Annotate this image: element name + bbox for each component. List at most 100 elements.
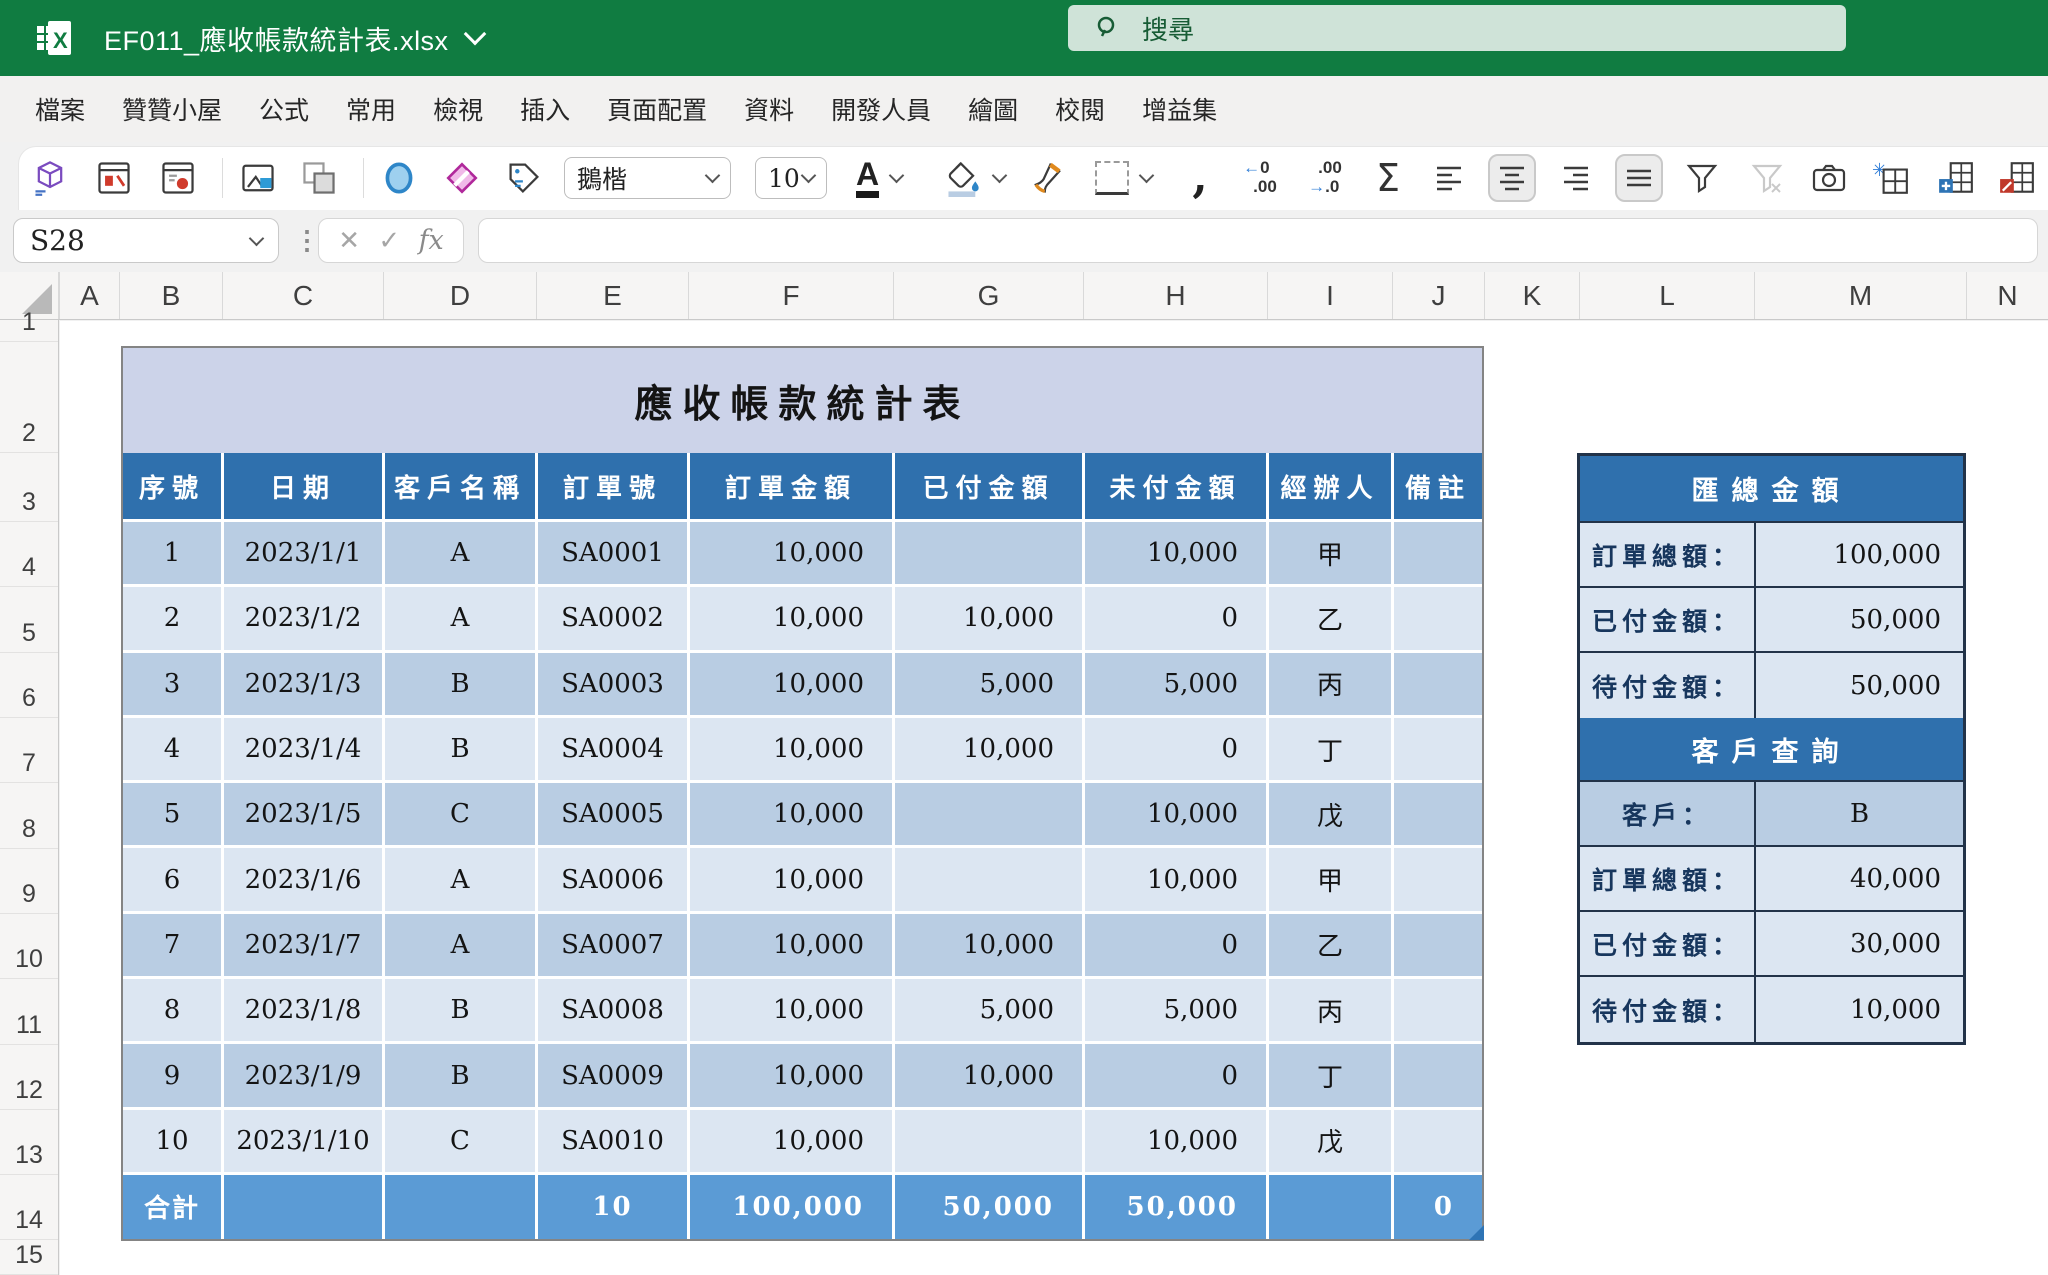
table-cell[interactable]: 0 — [1085, 718, 1269, 780]
menu-item-資料[interactable]: 資料 — [744, 91, 794, 127]
column-header-H[interactable]: H — [1083, 272, 1267, 319]
table-cell[interactable]: 0 — [1085, 1044, 1269, 1106]
table-cell[interactable]: 2023/1/5 — [224, 783, 385, 845]
table-cell[interactable]: 7 — [123, 914, 224, 976]
table-cell[interactable]: 2023/1/10 — [224, 1110, 385, 1172]
panel-value[interactable]: 40,000 — [1756, 847, 1963, 910]
column-header-cell-已付金額[interactable]: 已付金額 — [895, 453, 1085, 519]
table-cell[interactable]: 丙 — [1269, 979, 1394, 1041]
panel-value[interactable]: 50,000 — [1756, 588, 1963, 651]
table-cell[interactable]: 6 — [123, 848, 224, 910]
row-header-10[interactable]: 10 — [0, 914, 58, 979]
menu-item-開發人員[interactable]: 開發人員 — [831, 91, 931, 127]
row-header-13[interactable]: 13 — [0, 1110, 58, 1175]
table-cell[interactable]: 甲 — [1269, 522, 1394, 584]
table-cell[interactable]: 2023/1/2 — [224, 587, 385, 649]
table-cell[interactable]: 戊 — [1269, 783, 1394, 845]
formula-bar-handle[interactable]: ⋮ — [294, 218, 320, 263]
table-cell[interactable]: B — [385, 718, 538, 780]
panel-label[interactable]: 客戶： — [1580, 782, 1756, 845]
font-name-select[interactable]: 鵝楷 — [564, 157, 731, 199]
column-header-cell-訂單號[interactable]: 訂單號 — [538, 453, 690, 519]
increase-decimal-icon[interactable]: ←0.00 — [1236, 154, 1284, 202]
row-header-3[interactable]: 3 — [0, 453, 58, 522]
summary-header-cell[interactable]: 匯總金額 — [1580, 456, 1963, 523]
delete-cells-icon[interactable] — [1993, 154, 2041, 202]
table-cell[interactable] — [1394, 848, 1482, 910]
tag-icon[interactable] — [500, 154, 548, 202]
column-header-D[interactable]: D — [383, 272, 536, 319]
table-cell[interactable]: 10,000 — [690, 1110, 895, 1172]
table-cell[interactable]: 5,000 — [895, 979, 1085, 1041]
table-cell[interactable]: SA0010 — [538, 1110, 690, 1172]
table-cell[interactable]: 10 — [123, 1110, 224, 1172]
table-cell[interactable]: B — [385, 1044, 538, 1106]
menu-item-繪圖[interactable]: 繪圖 — [968, 91, 1018, 127]
column-header-cell-經辦人[interactable]: 經辦人 — [1269, 453, 1394, 519]
table-cell[interactable]: 8 — [123, 979, 224, 1041]
total-cell[interactable] — [224, 1175, 385, 1239]
menu-item-插入[interactable]: 插入 — [520, 91, 570, 127]
table-cell[interactable]: A — [385, 587, 538, 649]
table-cell[interactable]: A — [385, 914, 538, 976]
table-cell[interactable]: SA0001 — [538, 522, 690, 584]
enter-icon[interactable]: ✓ — [378, 225, 400, 256]
table-cell[interactable]: 2023/1/8 — [224, 979, 385, 1041]
row-header-1[interactable]: 1 — [0, 320, 58, 342]
total-cell[interactable]: 50,000 — [895, 1175, 1085, 1239]
table-cell[interactable]: C — [385, 1110, 538, 1172]
column-header-K[interactable]: K — [1484, 272, 1579, 319]
align-left-icon[interactable] — [1425, 154, 1473, 202]
format-painter-icon[interactable] — [1023, 154, 1071, 202]
align-middle-icon[interactable] — [1615, 154, 1663, 202]
table-cell[interactable]: 5 — [123, 783, 224, 845]
table-cell[interactable]: 10,000 — [690, 914, 895, 976]
decrease-decimal-icon[interactable]: .00→.0 — [1301, 154, 1349, 202]
row-header-5[interactable]: 5 — [0, 587, 58, 653]
column-header-B[interactable]: B — [119, 272, 222, 319]
table-cell[interactable]: 乙 — [1269, 587, 1394, 649]
column-header-F[interactable]: F — [688, 272, 893, 319]
table-cell[interactable]: 5,000 — [1085, 979, 1269, 1041]
table-cell[interactable]: SA0005 — [538, 783, 690, 845]
table-cell[interactable]: 10,000 — [1085, 848, 1269, 910]
table-cell[interactable] — [1394, 522, 1482, 584]
table-cell[interactable]: 4 — [123, 718, 224, 780]
table-cell[interactable]: 10,000 — [895, 587, 1085, 649]
column-header-N[interactable]: N — [1966, 272, 2048, 319]
table-cell[interactable] — [1394, 783, 1482, 845]
table-cell[interactable]: 10,000 — [690, 587, 895, 649]
menu-item-校閱[interactable]: 校閱 — [1055, 91, 1105, 127]
column-header-L[interactable]: L — [1579, 272, 1754, 319]
table-cell[interactable]: SA0004 — [538, 718, 690, 780]
fill-color-chevron-icon[interactable] — [992, 168, 1008, 184]
column-header-cell-客戶名稱[interactable]: 客戶名稱 — [385, 453, 538, 519]
filter-icon[interactable] — [1678, 154, 1726, 202]
panel-value[interactable]: 100,000 — [1756, 523, 1963, 586]
fill-handle[interactable] — [1469, 1225, 1484, 1240]
table-cell[interactable]: 10,000 — [1085, 783, 1269, 845]
table-cell[interactable]: 2023/1/4 — [224, 718, 385, 780]
table-cell[interactable] — [1394, 979, 1482, 1041]
search-input[interactable]: 搜尋 — [1068, 5, 1846, 51]
panel-label[interactable]: 待付金額： — [1580, 653, 1756, 718]
table-cell[interactable]: 甲 — [1269, 848, 1394, 910]
freeze-panes-icon[interactable]: ✳ — [1867, 154, 1915, 202]
total-cell[interactable]: 合計 — [123, 1175, 224, 1239]
row-header-8[interactable]: 8 — [0, 783, 58, 849]
column-header-A[interactable]: A — [59, 272, 119, 319]
column-header-G[interactable]: G — [893, 272, 1083, 319]
column-header-I[interactable]: I — [1267, 272, 1392, 319]
table-cell[interactable]: 丁 — [1269, 718, 1394, 780]
table-cell[interactable] — [895, 848, 1085, 910]
picture-icon[interactable] — [234, 154, 282, 202]
table-cell[interactable]: 10,000 — [1085, 522, 1269, 584]
total-cell[interactable] — [1269, 1175, 1394, 1239]
table-cell[interactable]: B — [385, 653, 538, 715]
column-header-cell-未付金額[interactable]: 未付金額 — [1085, 453, 1269, 519]
table-cell[interactable]: SA0006 — [538, 848, 690, 910]
panel-label[interactable]: 訂單總額： — [1580, 523, 1756, 586]
table-cell[interactable]: A — [385, 522, 538, 584]
table-cell[interactable]: 5,000 — [1085, 653, 1269, 715]
table-cell[interactable]: 10,000 — [690, 1044, 895, 1106]
